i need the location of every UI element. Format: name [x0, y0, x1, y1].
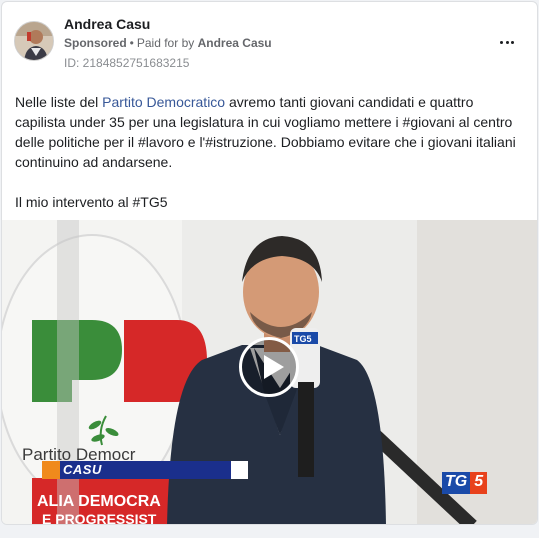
paid-for-prefix: Paid for by [136, 36, 195, 50]
tg5-logo-tg: TG [442, 472, 471, 494]
more-horizontal-icon [499, 40, 515, 44]
caption-end-block [231, 461, 248, 479]
post-header: Andrea Casu Sponsored • Paid for by Andrea… [2, 2, 537, 80]
sponsored-line: Sponsored • Paid for by Andrea Casu [64, 36, 272, 50]
author-name[interactable]: Andrea Casu [64, 16, 150, 32]
post-body: Nelle liste del Partito Democratico avre… [15, 92, 527, 212]
post-line-tg5: Il mio intervento al #TG5 [15, 194, 168, 210]
tg5-channel-logo: TG 5 [442, 472, 488, 494]
sponsored-label: Sponsored [64, 36, 127, 50]
avatar[interactable] [14, 21, 54, 61]
separator-dot: • [129, 36, 134, 50]
avatar-image [15, 22, 53, 60]
feed-background [0, 526, 539, 538]
body-text-a: Nelle liste del [15, 94, 103, 110]
partito-democratico-link[interactable]: Partito Democratico [102, 94, 225, 110]
mic-logo: TG5 [294, 334, 312, 344]
caption-name: CASU [63, 462, 102, 477]
play-icon[interactable] [239, 337, 299, 397]
post-paragraph: Nelle liste del Partito Democratico avre… [15, 92, 527, 172]
bg-banner-1: ALIA DEMOCRA [37, 493, 161, 510]
sponsored-post-card: Andrea Casu Sponsored • Paid for by Andrea… [1, 1, 538, 525]
tg5-logo-five: 5 [470, 472, 488, 494]
bg-banner-2: E PROGRESSIST [42, 511, 157, 525]
caption-accent [42, 461, 60, 479]
paid-for-name[interactable]: Andrea Casu [198, 36, 272, 50]
ad-id: ID: 2184852751683215 [64, 56, 190, 70]
more-options-button[interactable] [495, 32, 519, 52]
